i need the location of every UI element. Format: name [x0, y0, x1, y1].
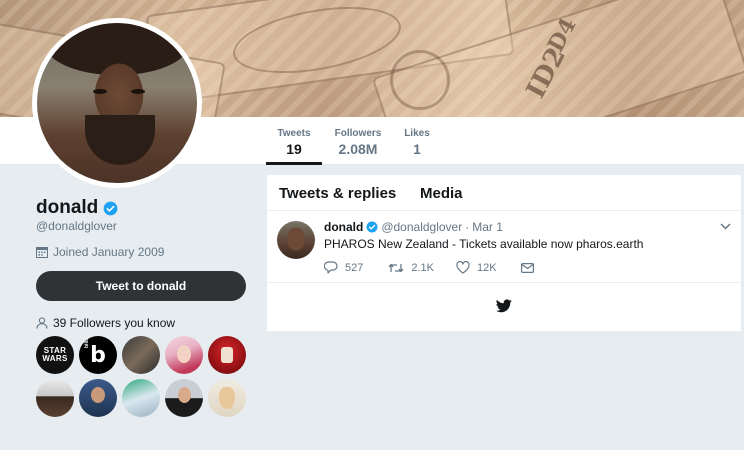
tweet-date[interactable]: Mar 1: [472, 220, 503, 234]
follower-avatar-label: billboard: [84, 336, 90, 348]
tweet-item[interactable]: donald @donaldglover · Mar 1 PHAROS New …: [267, 211, 741, 283]
followers-you-know-grid: STAR WARS b billboard: [36, 336, 248, 417]
retweet-icon: [388, 263, 404, 272]
follower-avatar[interactable]: [165, 336, 203, 374]
envelope-icon: [520, 262, 534, 273]
stat-value: 2.08M: [338, 141, 378, 157]
tweet-author-avatar[interactable]: [277, 221, 315, 259]
stat-value: 1: [413, 141, 421, 157]
follower-avatar[interactable]: [208, 379, 246, 417]
reply-count: 527: [345, 261, 364, 274]
follower-avatar-label: STAR WARS: [42, 346, 68, 363]
follower-avatar[interactable]: [165, 379, 203, 417]
tweet-header: donald @donaldglover · Mar 1: [324, 220, 503, 234]
retweet-count: 2.1K: [411, 261, 434, 274]
like-count: 12K: [477, 261, 497, 274]
followers-you-know-text: 39 Followers you know: [53, 316, 176, 330]
tweet-separator: ·: [465, 220, 470, 234]
banner-seal: [390, 50, 450, 110]
reply-button[interactable]: 527: [324, 261, 363, 274]
follower-avatar[interactable]: [208, 336, 246, 374]
follower-avatar[interactable]: [122, 379, 160, 417]
timeline-footer: [267, 283, 741, 331]
avatar-beard: [85, 115, 155, 165]
stat-label: Tweets: [277, 128, 311, 139]
joined-text: Joined January 2009: [53, 245, 165, 259]
avatar-eye: [93, 89, 107, 94]
heart-icon: [456, 261, 470, 274]
timeline-tabs: Tweets & replies Media: [267, 175, 741, 211]
verified-badge-icon: [103, 201, 118, 216]
follower-face: [177, 387, 191, 403]
follower-face: [221, 347, 233, 363]
verified-badge-icon: [366, 221, 378, 233]
billboard-logo: b: [90, 342, 106, 368]
person-icon: [36, 317, 48, 329]
direct-message-button[interactable]: [520, 262, 541, 273]
stat-likes[interactable]: Likes 1: [400, 117, 434, 165]
profile-name-row: donald: [36, 196, 118, 220]
tweet-text: PHAROS New Zealand - Tickets available n…: [324, 237, 644, 251]
chevron-down-icon[interactable]: [720, 223, 731, 230]
stat-followers[interactable]: Followers 2.08M: [332, 117, 384, 165]
followers-you-know[interactable]: 39 Followers you know: [36, 316, 175, 330]
follower-avatar[interactable]: STAR WARS: [36, 336, 74, 374]
like-button[interactable]: 12K: [456, 261, 497, 274]
follower-avatar[interactable]: [36, 379, 74, 417]
tweet-to-button[interactable]: Tweet to donald: [36, 271, 246, 301]
profile-joined: Joined January 2009: [36, 245, 164, 259]
stat-tweets[interactable]: Tweets 19: [266, 117, 322, 165]
retweet-button[interactable]: 2.1K: [388, 262, 434, 274]
tab-tweets-replies[interactable]: Tweets & replies: [279, 185, 396, 202]
stat-value: 19: [286, 141, 302, 157]
tweet-author-handle[interactable]: @donaldglover: [381, 220, 462, 234]
tweet-actions: 527 2.1K 12K: [324, 261, 561, 274]
follower-avatar[interactable]: [122, 336, 160, 374]
follower-face: [219, 387, 235, 409]
tweet-author-name[interactable]: donald: [324, 220, 363, 234]
follower-avatar[interactable]: [79, 379, 117, 417]
twitter-bird-icon: [496, 299, 512, 313]
avatar-eye: [131, 89, 145, 94]
follower-avatar[interactable]: b billboard: [79, 336, 117, 374]
calendar-icon: [36, 247, 48, 258]
profile-handle[interactable]: @donaldglover: [36, 219, 117, 233]
profile-avatar[interactable]: [32, 18, 202, 188]
stat-label: Followers: [334, 128, 382, 139]
follower-face: [91, 387, 105, 403]
profile-display-name[interactable]: donald: [36, 197, 98, 219]
reply-icon: [324, 261, 338, 274]
tab-media[interactable]: Media: [420, 185, 463, 202]
avatar-image: [37, 23, 197, 183]
stat-label: Likes: [404, 128, 430, 139]
follower-face: [177, 345, 191, 363]
